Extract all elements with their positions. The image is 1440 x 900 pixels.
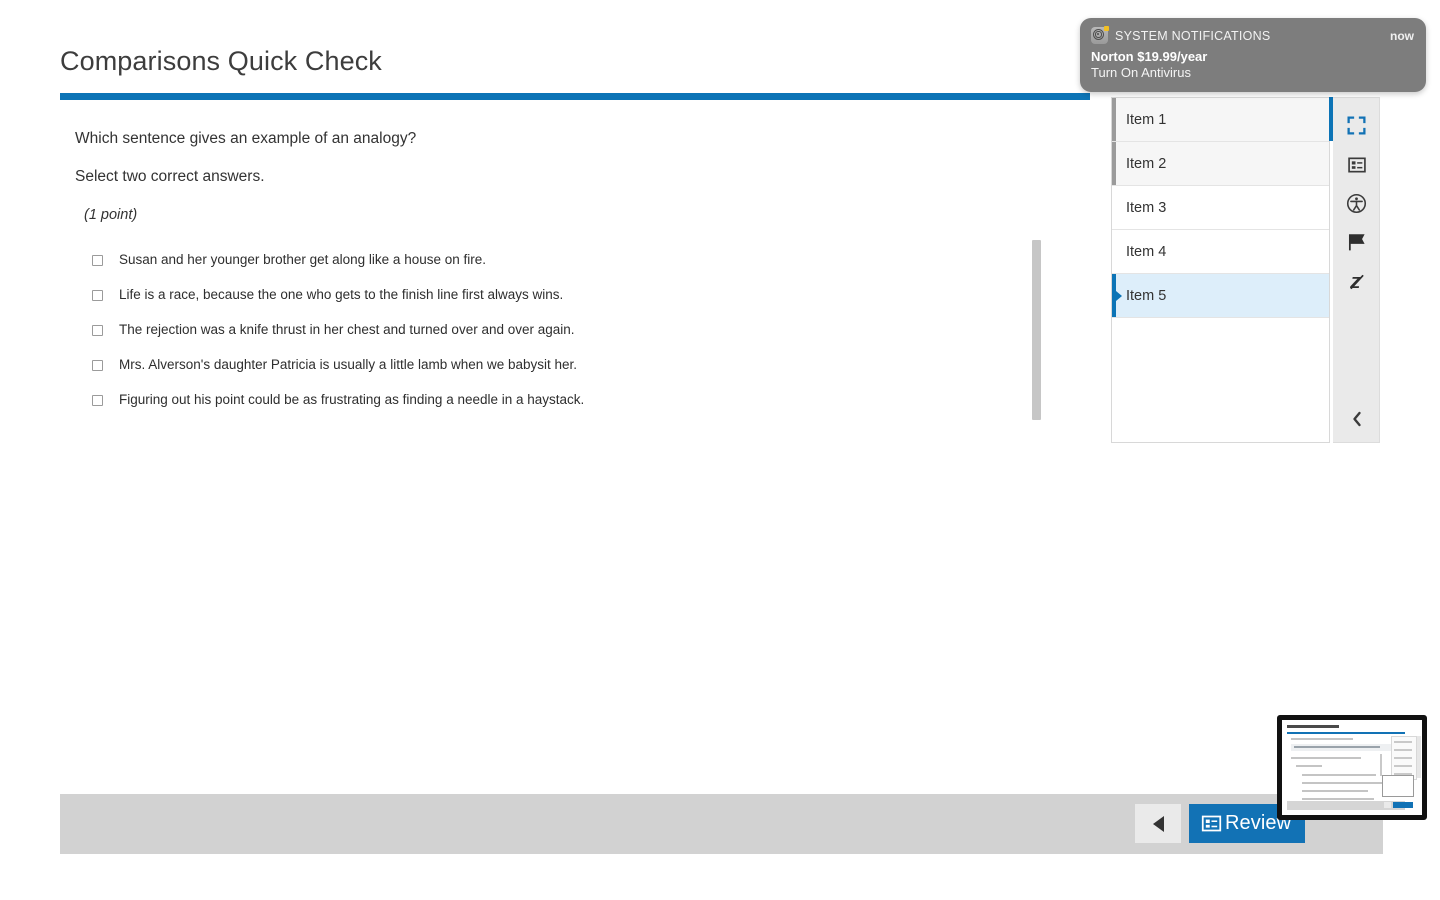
current-item-pointer-icon: [1116, 290, 1122, 301]
preview-tool-rail: [1417, 736, 1421, 778]
title-accent-rule: [60, 93, 1090, 100]
nav-item-5[interactable]: Item 5: [1112, 274, 1329, 318]
nav-item-4[interactable]: Item 4: [1112, 230, 1329, 274]
review-list-icon[interactable]: [1333, 145, 1380, 184]
page-title: Comparisons Quick Check: [60, 46, 382, 76]
norton-app-icon: [1091, 26, 1109, 44]
notification-badge-icon: [1104, 26, 1109, 31]
answer-option-label: Mrs. Alverson's daughter Patricia is usu…: [119, 357, 578, 372]
checkbox-icon[interactable]: [92, 325, 103, 336]
preview-title-line: [1287, 725, 1339, 728]
question-prompt: Which sentence gives an example of an an…: [75, 130, 417, 147]
answer-option[interactable]: The rejection was a knife thrust in her …: [92, 321, 584, 356]
answer-option[interactable]: Figuring out his point could be as frust…: [92, 391, 584, 426]
question-points: (1 point): [84, 207, 138, 223]
assessment-tool-rail: Z: [1333, 97, 1380, 443]
answer-option[interactable]: Mrs. Alverson's daughter Patricia is usu…: [92, 356, 584, 391]
notification-title: Norton $19.99/year: [1091, 49, 1208, 64]
system-notification-toast[interactable]: SYSTEM NOTIFICATIONS now Norton $19.99/y…: [1080, 18, 1426, 92]
arrow-left-icon: [1152, 815, 1164, 832]
question-instruction: Select two correct answers.: [75, 168, 265, 185]
nav-item-status-marker: [1112, 142, 1116, 185]
review-list-icon: [1201, 813, 1222, 834]
checkbox-icon[interactable]: [92, 255, 103, 266]
fullscreen-icon[interactable]: [1333, 106, 1380, 145]
preview-navigator: [1391, 736, 1417, 780]
nav-item-label: Item 2: [1126, 155, 1167, 172]
screen-share-preview[interactable]: [1277, 715, 1427, 820]
preview-scrollbar: [1380, 754, 1382, 776]
preview-accent-rule: [1287, 732, 1405, 734]
preview-content: [1282, 720, 1422, 815]
flag-icon[interactable]: [1333, 223, 1380, 262]
nav-item-status-marker: [1112, 230, 1116, 273]
checkbox-icon[interactable]: [92, 290, 103, 301]
preview-prev-button: [1384, 802, 1391, 808]
notification-app-name: SYSTEM NOTIFICATIONS: [1115, 28, 1271, 43]
rail-spacer: [1333, 98, 1379, 106]
screen: Comparisons Quick Check Which sentence g…: [0, 0, 1440, 900]
nav-item-3[interactable]: Item 3: [1112, 186, 1329, 230]
content-scrollbar[interactable]: [1032, 240, 1041, 420]
nav-item-label: Item 4: [1126, 243, 1167, 260]
nav-item-status-marker: [1112, 186, 1116, 229]
previous-button[interactable]: [1135, 804, 1181, 843]
preview-review-button: [1393, 802, 1413, 808]
nav-item-2[interactable]: Item 2: [1112, 142, 1329, 186]
assessment-footer: Review: [60, 794, 1383, 854]
checkbox-icon[interactable]: [92, 395, 103, 406]
nav-item-label: Item 1: [1126, 111, 1167, 128]
answer-options: Susan and her younger brother get along …: [92, 251, 584, 426]
answer-option-label: The rejection was a knife thrust in her …: [119, 322, 575, 337]
notification-timestamp: now: [1390, 28, 1414, 43]
notification-header: SYSTEM NOTIFICATIONS now: [1091, 26, 1414, 44]
answer-option[interactable]: Susan and her younger brother get along …: [92, 251, 584, 286]
collapse-panel-button[interactable]: [1333, 402, 1380, 436]
nav-item-label: Item 3: [1126, 199, 1167, 216]
accessibility-icon[interactable]: [1333, 184, 1380, 223]
notification-body: Turn On Antivirus: [1091, 65, 1191, 80]
answer-option-label: Life is a race, because the one who gets…: [119, 287, 564, 302]
nav-item-1[interactable]: Item 1: [1112, 98, 1329, 142]
checkbox-icon[interactable]: [92, 360, 103, 371]
nav-item-status-marker: [1112, 98, 1116, 141]
answer-option-label: Susan and her younger brother get along …: [119, 252, 486, 267]
nav-item-label: Item 5: [1126, 287, 1167, 304]
line-reader-off-icon[interactable]: Z: [1333, 262, 1380, 301]
answer-option-label: Figuring out his point could be as frust…: [119, 392, 585, 407]
answer-option[interactable]: Life is a race, because the one who gets…: [92, 286, 584, 321]
item-navigator-panel: Item 1 Item 2 Item 3 Item 4 Item 5: [1111, 97, 1330, 443]
preview-cursor-window: [1382, 775, 1414, 797]
